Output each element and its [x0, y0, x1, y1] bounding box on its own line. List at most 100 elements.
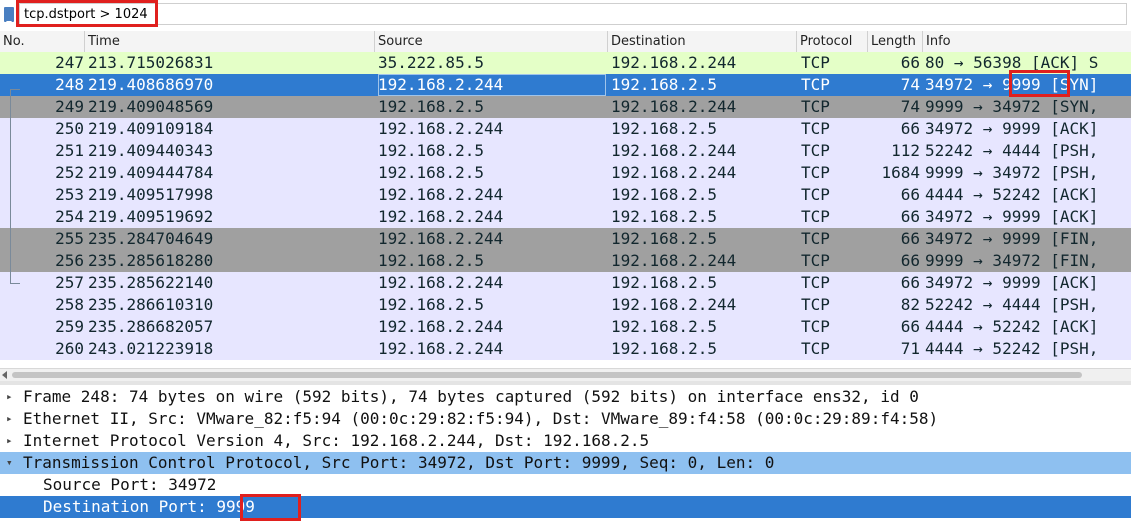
detail-tree-item[interactable]: ▸ Internet Protocol Version 4, Src: 192.1…: [0, 430, 1131, 452]
packet-length: 66: [900, 317, 920, 336]
packet-info: 52242 → 4444 [PSH,: [925, 295, 1099, 314]
packet-source: 192.168.2.244: [378, 317, 504, 336]
packet-time: 219.409517998: [88, 185, 214, 204]
packet-number: 260: [55, 339, 84, 358]
column-header-no[interactable]: No.: [0, 31, 85, 52]
bookmark-icon[interactable]: [4, 7, 14, 25]
packet-source: 192.168.2.5: [378, 251, 484, 270]
column-header-time[interactable]: Time: [85, 31, 375, 52]
packet-destination: 192.168.2.5: [611, 339, 717, 358]
packet-row[interactable]: 256 235.285618280 192.168.2.5 192.168.2.244…: [0, 250, 1131, 272]
packet-info: 34972 → 9999 [SYN]: [925, 75, 1099, 94]
packet-source: 192.168.2.5: [378, 163, 484, 182]
detail-tree-item[interactable]: Destination Port: 9999: [0, 496, 1131, 518]
packet-source: 192.168.2.244: [378, 273, 504, 292]
column-header-protocol[interactable]: Protocol: [797, 31, 868, 52]
packet-row[interactable]: 257 235.285622140 192.168.2.244 192.168.2.5…: [0, 272, 1131, 294]
packet-row[interactable]: 247 213.715026831 35.222.85.5 192.168.2.244…: [0, 52, 1131, 74]
detail-tree-item[interactable]: Source Port: 34972: [0, 474, 1131, 496]
conversation-bracket-end: [10, 283, 20, 284]
detail-tree-item[interactable]: ▸ Frame 248: 74 bytes on wire (592 bits),…: [0, 386, 1131, 408]
packet-protocol: TCP: [801, 75, 830, 94]
packet-number: 253: [55, 185, 84, 204]
column-header-destination[interactable]: Destination: [608, 31, 797, 52]
detail-tree-label: Internet Protocol Version 4, Src: 192.16…: [23, 431, 650, 450]
packet-time: 235.285622140: [88, 273, 214, 292]
packet-list[interactable]: 260 243.021223918 192.168.2.244 192.168.2.5…: [0, 52, 1131, 368]
packet-destination: 192.168.2.5: [611, 273, 717, 292]
packet-row[interactable]: 251 219.409440343 192.168.2.5 192.168.2.244…: [0, 140, 1131, 162]
packet-row[interactable]: 253 219.409517998 192.168.2.244 192.168.2.5…: [0, 184, 1131, 206]
column-header-source[interactable]: Source: [375, 31, 608, 52]
packet-time: 219.409440343: [88, 141, 214, 160]
packet-source: 192.168.2.244: [378, 185, 504, 204]
packet-number: 251: [55, 141, 84, 160]
packet-length: 66: [900, 119, 920, 138]
packet-time: 213.715026831: [88, 53, 214, 72]
packet-number: 248: [55, 75, 84, 94]
packet-row[interactable]: 249 219.409048569 192.168.2.5 192.168.2.244…: [0, 96, 1131, 118]
packet-source: 192.168.2.244: [378, 207, 504, 226]
detail-tree-label: Ethernet II, Src: VMware_82:f5:94 (00:0c…: [23, 409, 939, 428]
packet-details-pane[interactable]: Destination Port: 9999 Source Port: 34972…: [0, 385, 1131, 521]
packet-number: 255: [55, 229, 84, 248]
packet-list-hscrollbar[interactable]: [0, 368, 1131, 381]
packet-info: 34972 → 9999 [FIN,: [925, 229, 1099, 248]
detail-tree-item[interactable]: ▸ Ethernet II, Src: VMware_82:f5:94 (00:0…: [0, 408, 1131, 430]
packet-time: 219.409444784: [88, 163, 214, 182]
scroll-left-icon[interactable]: [2, 371, 7, 379]
scroll-thumb[interactable]: [12, 372, 1082, 378]
packet-protocol: TCP: [801, 273, 830, 292]
packet-time: 219.408686970: [88, 75, 214, 94]
packet-number: 250: [55, 119, 84, 138]
column-header-info[interactable]: Info: [923, 31, 1131, 52]
packet-number: 247: [55, 53, 84, 72]
packet-info: 80 → 56398 [ACK] S: [925, 53, 1099, 72]
packet-source: 192.168.2.244: [378, 119, 504, 138]
packet-number: 252: [55, 163, 84, 182]
collapsed-arrow-icon[interactable]: ▸: [6, 430, 18, 452]
packet-destination: 192.168.2.244: [611, 295, 737, 314]
packet-length: 74: [900, 97, 920, 116]
display-filter-input[interactable]: tcp.dstport > 1024: [19, 3, 1127, 25]
detail-tree-label: Destination Port: 9999: [43, 497, 255, 516]
packet-info: 9999 → 34972 [FIN,: [925, 251, 1099, 270]
packet-length: 66: [900, 185, 920, 204]
column-header-length[interactable]: Length: [868, 31, 923, 52]
packet-info: 9999 → 34972 [SYN,: [925, 97, 1099, 116]
packet-row[interactable]: 259 235.286682057 192.168.2.244 192.168.2.5…: [0, 316, 1131, 338]
collapsed-arrow-icon[interactable]: ▸: [6, 408, 18, 430]
packet-destination: 192.168.2.244: [611, 53, 737, 72]
packet-time: 235.285618280: [88, 251, 214, 270]
packet-number: 256: [55, 251, 84, 270]
packet-destination: 192.168.2.5: [611, 119, 717, 138]
detail-tree-label: Frame 248: 74 bytes on wire (592 bits), …: [23, 387, 919, 406]
expanded-arrow-icon[interactable]: ▾: [6, 452, 18, 474]
packet-row[interactable]: 258 235.286610310 192.168.2.5 192.168.2.244…: [0, 294, 1131, 316]
packet-info: 9999 → 34972 [PSH,: [925, 163, 1099, 182]
packet-length: 1684: [881, 163, 920, 182]
packet-protocol: TCP: [801, 295, 830, 314]
packet-time: 219.409109184: [88, 119, 214, 138]
packet-time: 219.409048569: [88, 97, 214, 116]
packet-row[interactable]: 255 235.284704649 192.168.2.244 192.168.2.5…: [0, 228, 1131, 250]
detail-tree-item[interactable]: ▾ Transmission Control Protocol, Src Port…: [0, 452, 1131, 474]
packet-protocol: TCP: [801, 317, 830, 336]
packet-number: 249: [55, 97, 84, 116]
detail-tree-label: Transmission Control Protocol, Src Port:…: [23, 453, 775, 472]
packet-row[interactable]: 248 219.408686970 192.168.2.244 192.168.2.5…: [0, 74, 1131, 96]
packet-length: 82: [900, 295, 920, 314]
packet-length: 71: [900, 339, 920, 358]
packet-time: 235.286610310: [88, 295, 214, 314]
packet-source: 192.168.2.244: [378, 74, 606, 96]
packet-row[interactable]: 260 243.021223918 192.168.2.244 192.168.2.5…: [0, 338, 1131, 360]
packet-protocol: TCP: [801, 141, 830, 160]
packet-time: 219.409519692: [88, 207, 214, 226]
packet-length: 66: [900, 207, 920, 226]
packet-row[interactable]: 254 219.409519692 192.168.2.244 192.168.2.5…: [0, 206, 1131, 228]
packet-time: 235.284704649: [88, 229, 214, 248]
packet-destination: 192.168.2.5: [611, 229, 717, 248]
packet-row[interactable]: 250 219.409109184 192.168.2.244 192.168.2.5…: [0, 118, 1131, 140]
collapsed-arrow-icon[interactable]: ▸: [6, 386, 18, 408]
packet-row[interactable]: 252 219.409444784 192.168.2.5 192.168.2.244…: [0, 162, 1131, 184]
